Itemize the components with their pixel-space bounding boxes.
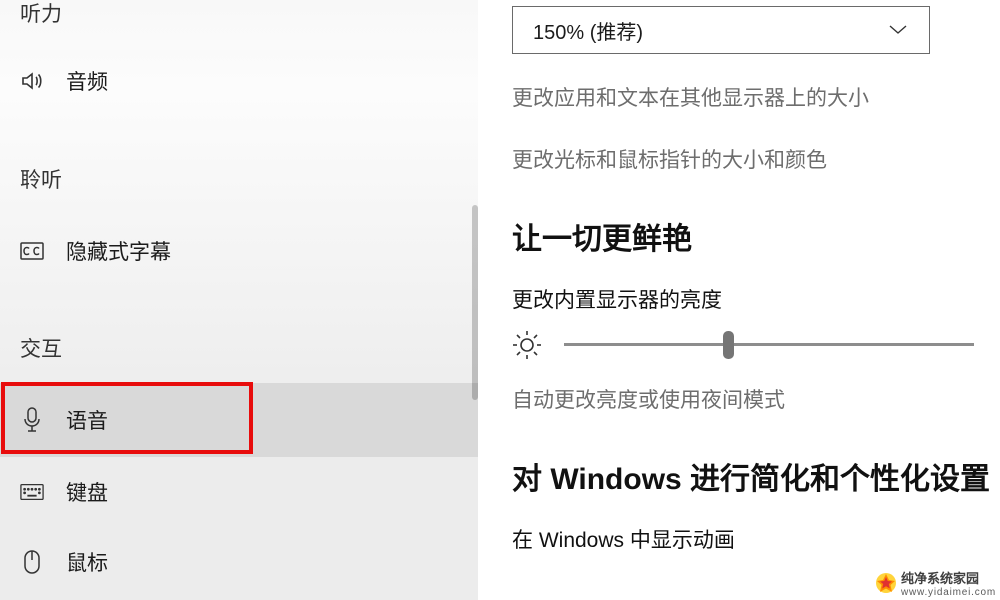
show-animations-label: 在 Windows 中显示动画 (512, 524, 1000, 554)
section-header-interaction: 交互 (0, 339, 62, 360)
sidebar-item-mouse[interactable]: 鼠标 (0, 527, 468, 597)
heading-simplify: 对 Windows 进行简化和个性化设置 (512, 454, 1000, 498)
sidebar-item-speech[interactable]: 语音 (0, 383, 478, 457)
sidebar-item-label: 鼠标 (66, 547, 108, 577)
brightness-slider[interactable] (564, 333, 974, 357)
content-pane: 150% (推荐) 更改应用和文本在其他显示器上的大小 更改光标和鼠标指针的大小… (478, 0, 1000, 600)
speaker-icon (20, 69, 44, 93)
heading-vivid: 让一切更鲜艳 (512, 214, 1000, 258)
watermark: 纯净系统家园 www.yidaimei.com (875, 568, 996, 598)
watermark-logo-icon (875, 572, 897, 594)
sidebar: 听力 音频 聆听 隐藏式字幕 交互 (0, 0, 478, 600)
cc-icon (20, 242, 44, 260)
slider-thumb[interactable] (723, 331, 734, 359)
watermark-title: 纯净系统家园 (901, 568, 996, 587)
scale-dropdown[interactable]: 150% (推荐) (512, 6, 930, 54)
link-cursor-size[interactable]: 更改光标和鼠标指针的大小和颜色 (512, 144, 1000, 174)
microphone-icon (20, 407, 44, 433)
sidebar-item-audio[interactable]: 音频 (0, 46, 468, 116)
section-header-listen: 聆听 (0, 170, 62, 191)
scale-dropdown-value: 150% (推荐) (533, 16, 643, 45)
mouse-icon (20, 549, 44, 575)
sidebar-item-keyboard[interactable]: 键盘 (0, 457, 468, 527)
sun-icon (512, 330, 542, 360)
sidebar-item-label: 音频 (66, 66, 108, 96)
chevron-down-icon (889, 25, 907, 35)
sidebar-item-cc[interactable]: 隐藏式字幕 (0, 216, 468, 286)
watermark-url: www.yidaimei.com (901, 587, 996, 598)
keyboard-icon (20, 483, 44, 501)
link-auto-brightness[interactable]: 自动更改亮度或使用夜间模式 (512, 384, 1000, 414)
sidebar-item-label: 键盘 (66, 477, 108, 507)
sidebar-item-label: 语音 (66, 405, 108, 435)
link-other-displays[interactable]: 更改应用和文本在其他显示器上的大小 (512, 82, 1000, 112)
sidebar-item-label: 隐藏式字幕 (66, 236, 171, 266)
brightness-label: 更改内置显示器的亮度 (512, 284, 1000, 314)
slider-track (564, 343, 974, 346)
section-header-hearing: 听力 (0, 4, 62, 25)
